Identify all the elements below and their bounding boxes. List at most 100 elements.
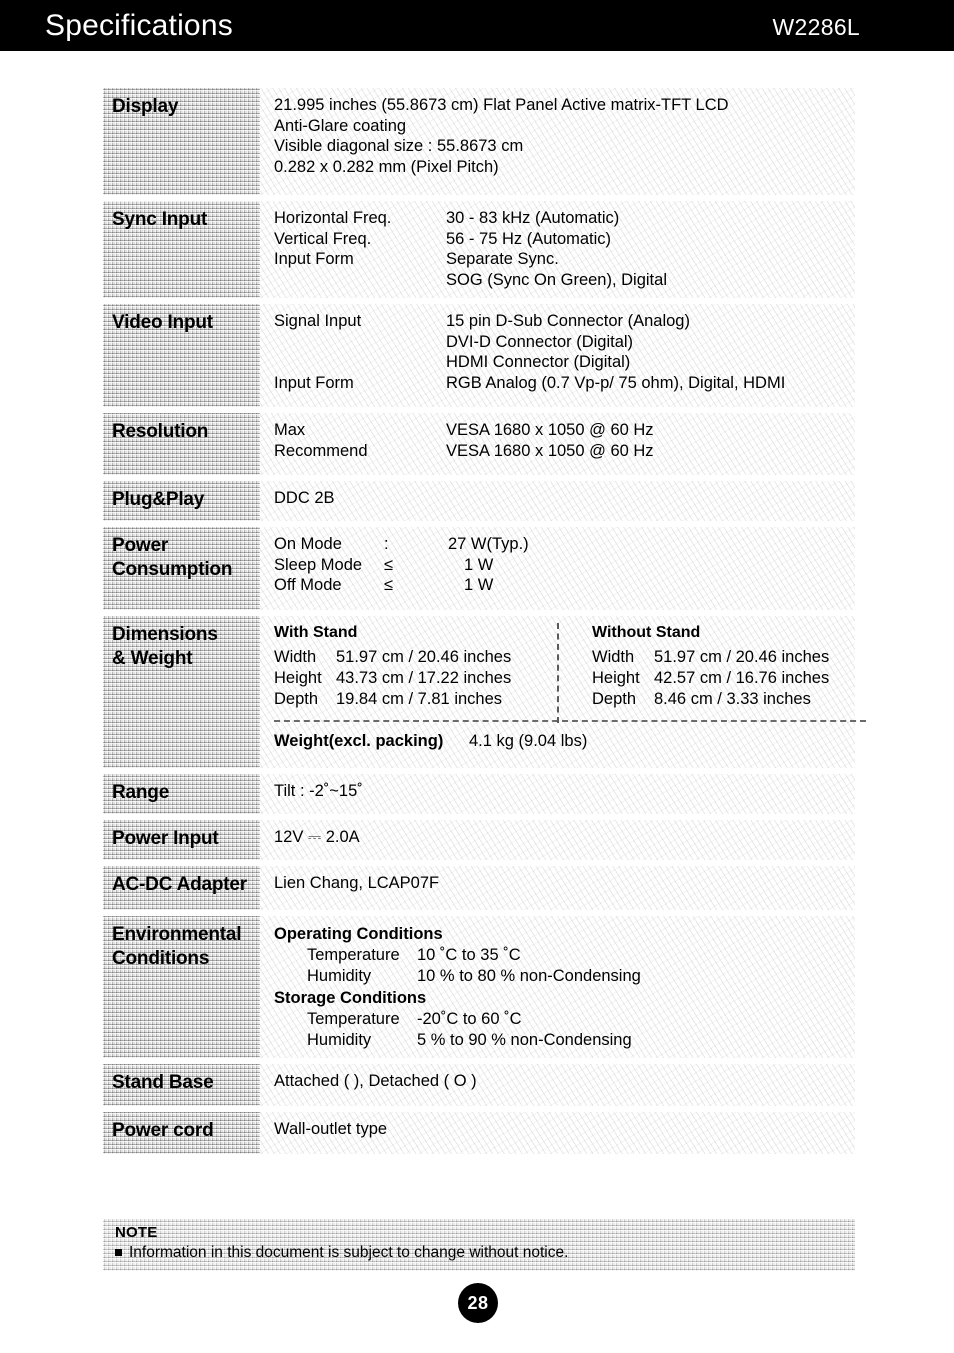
spec-content-plug-and-play: DDC 2B bbox=[260, 481, 855, 521]
spec-content-sync-input: Horizontal Freq. 30 - 83 kHz (Automatic)… bbox=[260, 201, 855, 298]
spec-pair: Input Form RGB Analog (0.7 Vp-p/ 75 ohm)… bbox=[274, 373, 855, 394]
dimensions-with-stand-heading: With Stand bbox=[274, 624, 358, 641]
spec-pair-key bbox=[274, 332, 446, 353]
dimension-value: 42.57 cm / 16.76 inches bbox=[654, 668, 830, 687]
spec-row-ac-dc-adapter: AC-DC Adapter Lien Chang, LCAP07F bbox=[103, 866, 855, 910]
condition-key: Humidity bbox=[307, 1031, 372, 1049]
note-item: Information in this document is subject … bbox=[115, 1243, 855, 1263]
spec-row-power-cord: Power cord Wall-outlet type bbox=[103, 1112, 855, 1154]
condition-value: -20˚C to 60 ˚C bbox=[417, 1010, 522, 1028]
spec-label-text: AC-DC Adapter bbox=[112, 874, 247, 895]
dimension-value: 8.46 cm / 3.33 inches bbox=[654, 689, 811, 708]
model-number-label: W2286L bbox=[772, 14, 860, 40]
spec-row-dimensions-and-weight: Dimensions & Weight With Stand Width 51.… bbox=[103, 616, 866, 768]
spec-label-text-line2: Consumption bbox=[112, 559, 233, 580]
spec-label-environmental-conditions: Environmental Conditions bbox=[103, 916, 260, 1058]
spec-pair: Signal Input 15 pin D-Sub Connector (Ana… bbox=[274, 311, 855, 332]
spec-pair-key: Max bbox=[274, 421, 306, 439]
spec-pair: Horizontal Freq. 30 - 83 kHz (Automatic) bbox=[274, 208, 855, 229]
spec-label-power-consumption: Power Consumption bbox=[103, 527, 260, 610]
power-mode-name: Off Mode bbox=[274, 576, 342, 594]
specifications-table: Display 21.995 inches (55.8673 cm) Flat … bbox=[103, 88, 866, 1160]
dimension-value: 19.84 cm / 7.81 inches bbox=[336, 689, 503, 708]
page-header-bar: Specifications W2286L bbox=[0, 0, 954, 51]
spec-label-dimensions-and-weight: Dimensions & Weight bbox=[103, 616, 260, 768]
spec-label-text: Power cord bbox=[112, 1120, 214, 1141]
spec-row-environmental-conditions: Environmental Conditions Operating Condi… bbox=[103, 916, 855, 1058]
condition-value: 10 % to 80 % non-Condensing bbox=[417, 967, 641, 985]
spec-pair-value: VESA 1680 x 1050 @ 60 Hz bbox=[446, 421, 654, 439]
spec-pair-key: Input Form bbox=[274, 373, 354, 392]
spec-pair: Input Form Separate Sync. bbox=[274, 249, 855, 270]
spec-label-ac-dc-adapter: AC-DC Adapter bbox=[103, 866, 260, 910]
dimension-row: Height 42.57 cm / 16.76 inches bbox=[592, 668, 880, 689]
spec-line: Tilt : -2˚~15˚ bbox=[274, 782, 363, 800]
spec-label-text: Plug&Play bbox=[112, 489, 205, 510]
spec-pair-value: HDMI Connector (Digital) bbox=[446, 353, 631, 371]
operating-condition-row: Temperature 10 ˚C to 35 ˚C bbox=[274, 945, 855, 966]
operating-conditions-heading: Operating Conditions bbox=[274, 925, 443, 943]
spec-label-text: Stand Base bbox=[112, 1072, 214, 1093]
power-mode-name: On Mode bbox=[274, 535, 342, 553]
spec-pair-value: DVI-D Connector (Digital) bbox=[446, 332, 634, 351]
dimension-row: Depth 19.84 cm / 7.81 inches bbox=[274, 689, 562, 710]
condition-value: 5 % to 90 % non-Condensing bbox=[417, 1031, 632, 1049]
spec-pair-value: Separate Sync. bbox=[446, 250, 559, 268]
spec-label-sync-input: Sync Input bbox=[103, 201, 260, 298]
spec-label-power-cord: Power cord bbox=[103, 1112, 260, 1154]
spec-pair-value: 56 - 75 Hz (Automatic) bbox=[446, 229, 612, 248]
spec-pair-value: VESA 1680 x 1050 @ 60 Hz bbox=[446, 441, 654, 460]
dimension-key: Height bbox=[592, 668, 640, 687]
spec-content-display: 21.995 inches (55.8673 cm) Flat Panel Ac… bbox=[260, 88, 855, 195]
dimensions-vertical-divider bbox=[557, 623, 559, 723]
spec-pair-value: RGB Analog (0.7 Vp-p/ 75 ohm), Digital, … bbox=[446, 373, 786, 392]
spec-pair: HDMI Connector (Digital) bbox=[274, 352, 855, 373]
spec-content-power-consumption: On Mode : 27 W(Typ.) Sleep Mode ≤ 1 W Of… bbox=[260, 527, 855, 610]
spec-label-text: Resolution bbox=[112, 421, 209, 442]
dimension-value: 51.97 cm / 20.46 inches bbox=[336, 647, 512, 666]
note-item-text: Information in this document is subject … bbox=[129, 1244, 569, 1261]
power-mode-operator: : bbox=[384, 535, 389, 553]
dimension-row: Depth 8.46 cm / 3.33 inches bbox=[592, 689, 880, 710]
spec-label-text: Video Input bbox=[112, 312, 213, 333]
spec-pair-key: Input Form bbox=[274, 250, 354, 268]
spec-pair-key: Recommend bbox=[274, 441, 368, 460]
storage-condition-row: Humidity 5 % to 90 % non-Condensing bbox=[274, 1030, 855, 1051]
spec-content-power-input: 12V ⎓ 2.0A bbox=[260, 820, 855, 860]
spec-content-stand-base: Attached ( ), Detached ( O ) bbox=[260, 1064, 855, 1106]
power-mode-name: Sleep Mode bbox=[274, 555, 363, 574]
spec-label-text-line1: Environmental bbox=[112, 924, 242, 945]
dimensions-with-stand: With Stand Width 51.97 cm / 20.46 inches… bbox=[274, 623, 562, 710]
spec-row-video-input: Video Input Signal Input 15 pin D-Sub Co… bbox=[103, 304, 855, 407]
spec-label-text-line1: Power bbox=[112, 535, 169, 556]
operating-condition-row: Humidity 10 % to 80 % non-Condensing bbox=[274, 966, 855, 987]
spec-label-plug-and-play: Plug&Play bbox=[103, 481, 260, 521]
spec-pair-value: 15 pin D-Sub Connector (Analog) bbox=[446, 312, 690, 330]
spec-content-ac-dc-adapter: Lien Chang, LCAP07F bbox=[260, 866, 855, 910]
spec-pair: DVI-D Connector (Digital) bbox=[274, 332, 855, 353]
dimension-value: 51.97 cm / 20.46 inches bbox=[654, 647, 830, 666]
spec-label-text: Display bbox=[112, 96, 179, 117]
spec-label-text-line2: Conditions bbox=[112, 948, 210, 969]
page-number-badge: 28 bbox=[458, 1283, 498, 1323]
spec-pair-value: 30 - 83 kHz (Automatic) bbox=[446, 209, 620, 227]
spec-content-resolution: Max VESA 1680 x 1050 @ 60 Hz Recommend V… bbox=[260, 413, 855, 475]
spec-row-range: Range Tilt : -2˚~15˚ bbox=[103, 774, 855, 814]
dimension-key: Depth bbox=[592, 689, 637, 708]
power-mode-operator: ≤ bbox=[384, 576, 394, 594]
spec-label-display: Display bbox=[103, 88, 260, 195]
dimension-row: Width 51.97 cm / 20.46 inches bbox=[592, 647, 880, 668]
dimensions-columns-wrapper: With Stand Width 51.97 cm / 20.46 inches… bbox=[274, 623, 880, 723]
spec-content-video-input: Signal Input 15 pin D-Sub Connector (Ana… bbox=[260, 304, 855, 407]
dimension-key: Width bbox=[592, 647, 635, 666]
spec-row-resolution: Resolution Max VESA 1680 x 1050 @ 60 Hz … bbox=[103, 413, 855, 475]
spec-pair: Max VESA 1680 x 1050 @ 60 Hz bbox=[274, 420, 855, 441]
dimensions-without-stand: Without Stand Width 51.97 cm / 20.46 inc… bbox=[562, 623, 880, 710]
spec-row-sync-input: Sync Input Horizontal Freq. 30 - 83 kHz … bbox=[103, 201, 855, 298]
spec-content-range: Tilt : -2˚~15˚ bbox=[260, 774, 855, 814]
spec-label-stand-base: Stand Base bbox=[103, 1064, 260, 1106]
dimension-key: Height bbox=[274, 668, 322, 687]
power-mode-row: Off Mode ≤ 1 W bbox=[274, 575, 855, 596]
power-mode-value: 27 W(Typ.) bbox=[448, 535, 529, 553]
spec-pair-key bbox=[274, 352, 446, 373]
